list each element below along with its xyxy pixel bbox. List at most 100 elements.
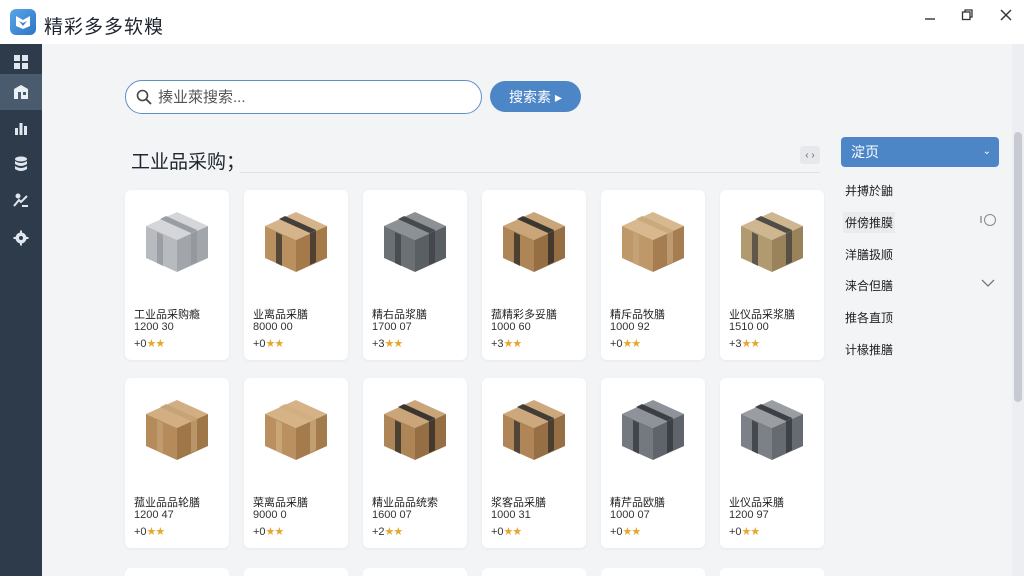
product-rating: +0★★ bbox=[253, 525, 285, 538]
store-icon bbox=[14, 85, 28, 99]
product-price: 1600 07 bbox=[372, 509, 412, 521]
product-price: 1200 97 bbox=[729, 509, 769, 521]
product-price: 9000 0 bbox=[253, 509, 287, 521]
product-rating: +0★★ bbox=[253, 337, 285, 350]
product-card-partial[interactable] bbox=[363, 568, 467, 576]
sidebar-item-tools[interactable] bbox=[0, 182, 42, 218]
product-card[interactable]: 工业品采购瘾 1200 30 +0★★ bbox=[125, 190, 229, 360]
section-divider bbox=[240, 172, 820, 173]
filter-item[interactable]: 计椽推膳 bbox=[845, 341, 893, 358]
search-box[interactable] bbox=[125, 80, 482, 114]
scrollbar-thumb[interactable] bbox=[1014, 132, 1022, 402]
product-card[interactable]: 菰业品品轮膳 1200 47 +0★★ bbox=[125, 378, 229, 548]
bar-chart-icon bbox=[15, 123, 27, 135]
product-card[interactable]: 业仪品采膳 1200 97 +0★★ bbox=[720, 378, 824, 548]
star-icon: ★★ bbox=[146, 526, 166, 538]
product-price: 1200 47 bbox=[134, 509, 174, 521]
product-price: 1000 92 bbox=[610, 321, 650, 333]
filter-dropdown[interactable]: 淀页 ⌄ bbox=[841, 137, 999, 167]
star-icon: ★★ bbox=[503, 526, 523, 538]
box-icon bbox=[384, 212, 446, 272]
product-card-partial[interactable] bbox=[244, 568, 348, 576]
product-rating: +0★★ bbox=[610, 337, 641, 350]
box-icon bbox=[503, 400, 565, 460]
close-button[interactable] bbox=[992, 4, 1020, 26]
product-card-partial[interactable] bbox=[601, 568, 705, 576]
product-price: 1510 00 bbox=[729, 321, 769, 333]
box-icon bbox=[741, 400, 803, 460]
product-card[interactable]: 业离品采膳 8000 00 +0★★ bbox=[244, 190, 348, 360]
sidebar bbox=[0, 44, 42, 576]
tools-icon bbox=[13, 193, 28, 207]
minimize-icon bbox=[925, 18, 935, 20]
collapse-button[interactable]: ‹ › bbox=[800, 146, 820, 164]
restore-button[interactable] bbox=[953, 4, 981, 26]
box-icon bbox=[146, 212, 208, 272]
filter-item[interactable]: 涞合但膳 bbox=[845, 277, 893, 294]
product-name: 精业品品统索 bbox=[372, 497, 438, 509]
product-name: 菜离品采膳 bbox=[253, 497, 308, 509]
sidebar-item-reports[interactable] bbox=[0, 110, 42, 146]
product-name: 精右品浆膳 bbox=[372, 309, 427, 321]
product-card[interactable]: 精芹品欧膳 1000 07 +0★★ bbox=[601, 378, 705, 548]
rating-prefix: +3 bbox=[729, 338, 742, 350]
search-button[interactable]: 搜索素 ▸ bbox=[490, 81, 581, 112]
product-name: 菰精彩多妥膳 bbox=[491, 309, 557, 321]
scrollbar[interactable] bbox=[1012, 44, 1024, 576]
filter-item[interactable]: 推各直顶 bbox=[845, 309, 893, 326]
product-card[interactable]: 精右品浆膳 1700 07 +3★★ bbox=[363, 190, 467, 360]
star-icon: ★★ bbox=[384, 526, 404, 538]
star-icon: ★★ bbox=[503, 338, 523, 350]
database-icon bbox=[15, 156, 27, 171]
rating-prefix: +0 bbox=[491, 526, 504, 538]
toggle-icon[interactable] bbox=[979, 213, 997, 227]
product-card-partial[interactable] bbox=[482, 568, 586, 576]
product-card-partial[interactable] bbox=[720, 568, 824, 576]
product-card[interactable]: 精斥品牧膳 1000 92 +0★★ bbox=[601, 190, 705, 360]
filter-item[interactable]: 洋膳扱顺 bbox=[845, 246, 893, 263]
chevron-down-icon: ⌄ bbox=[982, 146, 991, 157]
product-price: 1000 60 bbox=[491, 321, 531, 333]
box-icon bbox=[503, 212, 565, 272]
search-icon bbox=[136, 89, 152, 105]
product-rating: +0★★ bbox=[134, 337, 165, 350]
product-price: 1200 30 bbox=[134, 321, 174, 333]
app-logo-icon bbox=[10, 9, 36, 35]
rating-prefix: +2 bbox=[372, 526, 385, 538]
rating-prefix: +3 bbox=[372, 338, 385, 350]
star-icon: ★★ bbox=[741, 338, 761, 350]
product-price: 1700 07 bbox=[372, 321, 412, 333]
product-name: 业离品采膳 bbox=[253, 309, 308, 321]
product-card[interactable]: 精业品品统索 1600 07 +2★★ bbox=[363, 378, 467, 548]
sidebar-item-settings[interactable] bbox=[0, 220, 42, 256]
product-card[interactable]: 浆客品采膳 1000 31 +0★★ bbox=[482, 378, 586, 548]
rating-prefix: +3 bbox=[491, 338, 504, 350]
product-rating: +3★★ bbox=[729, 337, 761, 350]
sidebar-item-database[interactable] bbox=[0, 146, 42, 182]
product-name: 浆客品采膳 bbox=[491, 497, 546, 509]
product-name: 精斥品牧膳 bbox=[610, 309, 665, 321]
product-rating: +0★★ bbox=[610, 525, 642, 538]
minimize-button[interactable] bbox=[916, 4, 944, 26]
star-icon: ★★ bbox=[265, 526, 285, 538]
star-icon: ★★ bbox=[265, 338, 285, 350]
filter-item[interactable]: 并搏於鼬 bbox=[845, 182, 893, 199]
search-input[interactable] bbox=[158, 86, 468, 108]
star-icon: ★★ bbox=[622, 526, 642, 538]
product-card[interactable]: 菰精彩多妥膳 1000 60 +3★★ bbox=[482, 190, 586, 360]
box-icon bbox=[384, 400, 446, 460]
product-rating: +0★★ bbox=[729, 525, 760, 538]
box-icon bbox=[265, 212, 327, 272]
product-card[interactable]: 业仪品采浆膳 1510 00 +3★★ bbox=[720, 190, 824, 360]
rating-prefix: +0 bbox=[134, 526, 147, 538]
product-card[interactable]: 菜离品采膳 9000 0 +0★★ bbox=[244, 378, 348, 548]
box-icon bbox=[622, 212, 684, 272]
filter-item-selected[interactable]: 併傍推膜 bbox=[843, 212, 896, 233]
box-icon bbox=[622, 400, 684, 460]
filter-dropdown-label: 淀页 bbox=[851, 144, 879, 160]
sidebar-item-store[interactable] bbox=[0, 74, 42, 110]
chevron-down-icon[interactable] bbox=[981, 278, 995, 288]
product-card-partial[interactable] bbox=[125, 568, 229, 576]
box-icon bbox=[265, 400, 327, 460]
rating-prefix: +0 bbox=[134, 338, 147, 350]
